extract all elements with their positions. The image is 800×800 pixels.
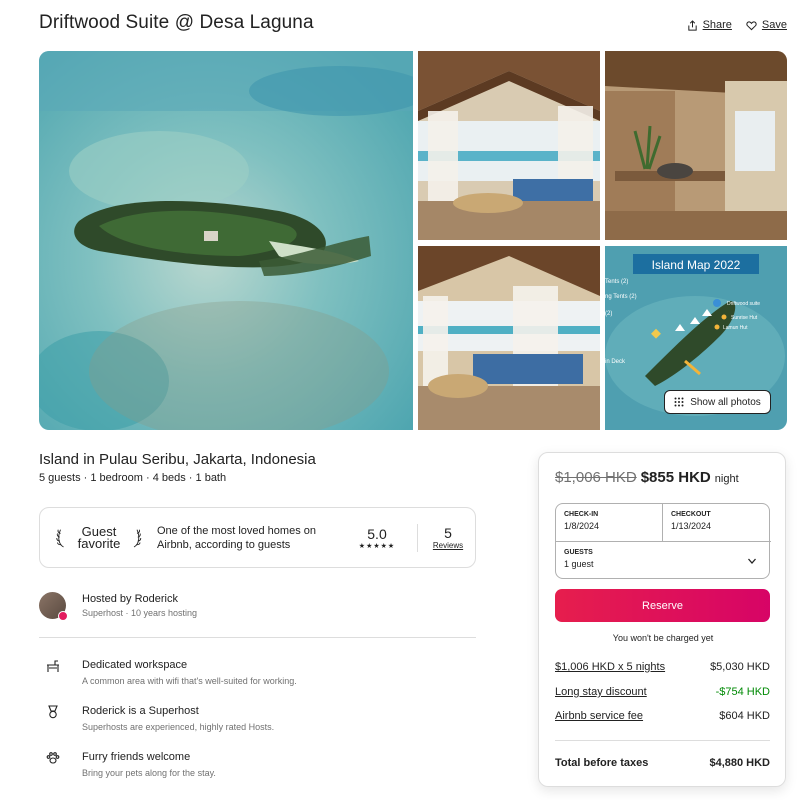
listing-title: Driftwood Suite @ Desa Laguna [39,12,314,33]
feature-title: Roderick is a Superhost [82,705,199,717]
host-section: Hosted by Roderick Superhost · 10 years … [39,592,198,621]
map-label-4: in Deck [605,359,626,365]
feature-workspace: Dedicated workspace A common area with w… [39,659,297,686]
checkin-label: CHECK-IN [564,511,599,518]
share-icon [687,19,697,31]
booking-card: $1,006 HKD $855 HKD night CHECK-IN 1/8/2… [538,452,786,787]
feature-subtitle: Bring your pets along for the stay. [82,768,216,778]
checkout-value: 1/13/2024 [671,521,712,531]
price-line-value: $604 HKD [719,710,770,722]
share-button[interactable]: Share [687,19,732,31]
price-line-value: -$754 HKD [715,686,770,698]
map-label-3: (2) [605,311,612,317]
checkout-field[interactable]: CHECKOUT 1/13/2024 [663,504,771,542]
guest-favorite-text: Guest favorite [77,523,121,551]
no-charge-note: You won't be charged yet [612,633,714,643]
host-subtitle: Superhost · 10 years hosting [82,608,198,618]
total-value: $4,880 HKD [709,757,770,769]
price-line-label[interactable]: Long stay discount [555,686,647,698]
map-title: Island Map 2022 [652,258,741,272]
host-avatar[interactable] [39,592,68,621]
rating-stars: ★★★★★ [358,542,396,550]
medal-icon [48,705,58,719]
guests-value: 1 guest [564,559,594,569]
checkin-field[interactable]: CHECK-IN 1/8/2024 [556,504,663,542]
price-current: $855 HKD [640,469,711,486]
save-label: Save [761,19,787,31]
map-label-2: ng Tents (2) [605,294,637,300]
guest-favorite-description: One of the most loved homes on Airbnb, a… [157,524,316,551]
show-all-label: Show all photos [690,396,761,408]
feature-pets: Furry friends welcome Bring your pets al… [39,751,216,778]
section-divider [39,637,476,638]
share-label: Share [702,19,732,31]
photo-suite-interior-1[interactable] [418,51,600,240]
price-line-fee: Airbnb service fee $604 HKD [555,710,770,722]
listing-location: Island in Pulau Seribu, Jakarta, Indones… [39,451,316,468]
guest-favorite-badge: Guest favorite [56,524,142,552]
price-line-nights: $1,006 HKD x 5 nights $5,030 HKD [555,661,770,673]
total-label: Total before taxes [555,757,649,769]
feature-subtitle: Superhosts are experienced, highly rated… [82,722,275,732]
map-label-7: Lamun Hut [723,325,748,331]
photo-gallery: Island Map 2022 Tents (2) ng Tents (2) (… [39,51,787,430]
booking-divider [555,740,770,741]
date-guest-picker: CHECK-IN 1/8/2024 CHECKOUT 1/13/2024 GUE… [555,503,771,580]
reviews-link[interactable]: Reviews [428,541,468,550]
rating-divider [417,523,418,552]
price-row: $1,006 HKD $855 HKD night [555,469,739,486]
rating-value: 5.0 [367,525,387,542]
save-button[interactable]: Save [746,19,787,31]
photo-suite-interior-2[interactable] [418,246,600,430]
feature-superhost: Roderick is a Superhost Superhosts are e… [39,705,274,732]
grid-icon [674,397,684,407]
price-unit: night [714,473,739,485]
checkout-label: CHECKOUT [671,511,711,518]
top-actions: Share Save [687,19,787,31]
desk-icon [47,660,59,672]
price-line-discount: Long stay discount -$754 HKD [555,686,770,698]
show-all-photos-button[interactable]: Show all photos [664,390,771,414]
map-label-5: Driftwood suite [727,301,760,307]
price-line-value: $5,030 HKD [710,661,770,673]
reviews-count: 5 [444,525,452,541]
map-label-1: Tents (2) [605,279,628,285]
chevron-down-icon[interactable] [747,556,757,566]
paw-icon [46,752,60,764]
feature-title: Furry friends welcome [82,751,191,763]
checkin-value: 1/8/2024 [564,521,600,531]
price-line-label[interactable]: Airbnb service fee [555,710,643,722]
reserve-button[interactable]: Reserve [555,589,770,622]
guests-field[interactable]: GUESTS 1 guest [556,542,771,580]
laurel-left-icon [56,529,64,547]
feature-subtitle: A common area with wifi that's well-suit… [82,676,297,686]
photo-island-aerial[interactable] [39,51,413,430]
feature-title: Dedicated workspace [82,659,188,671]
guests-label: GUESTS [564,549,593,556]
laurel-right-icon [134,529,142,547]
map-label-6: Sunrise Hut [731,315,758,321]
total-row: Total before taxes $4,880 HKD [555,757,770,769]
price-line-label[interactable]: $1,006 HKD x 5 nights [555,661,665,673]
guest-favorite-card: Guest favorite One of the most loved hom… [39,507,476,568]
superhost-badge [58,611,68,621]
price-original: $1,006 HKD [555,469,637,486]
host-name: Hosted by Roderick [82,593,178,605]
rating-block: 5.0 ★★★★★ [347,526,407,550]
listing-specs: 5 guests · 1 bedroom · 4 beds · 1 bath [39,472,227,484]
photo-suite-bathroom[interactable] [605,51,787,240]
heart-icon [746,20,757,30]
reviews-block[interactable]: 5 Reviews [428,525,468,550]
